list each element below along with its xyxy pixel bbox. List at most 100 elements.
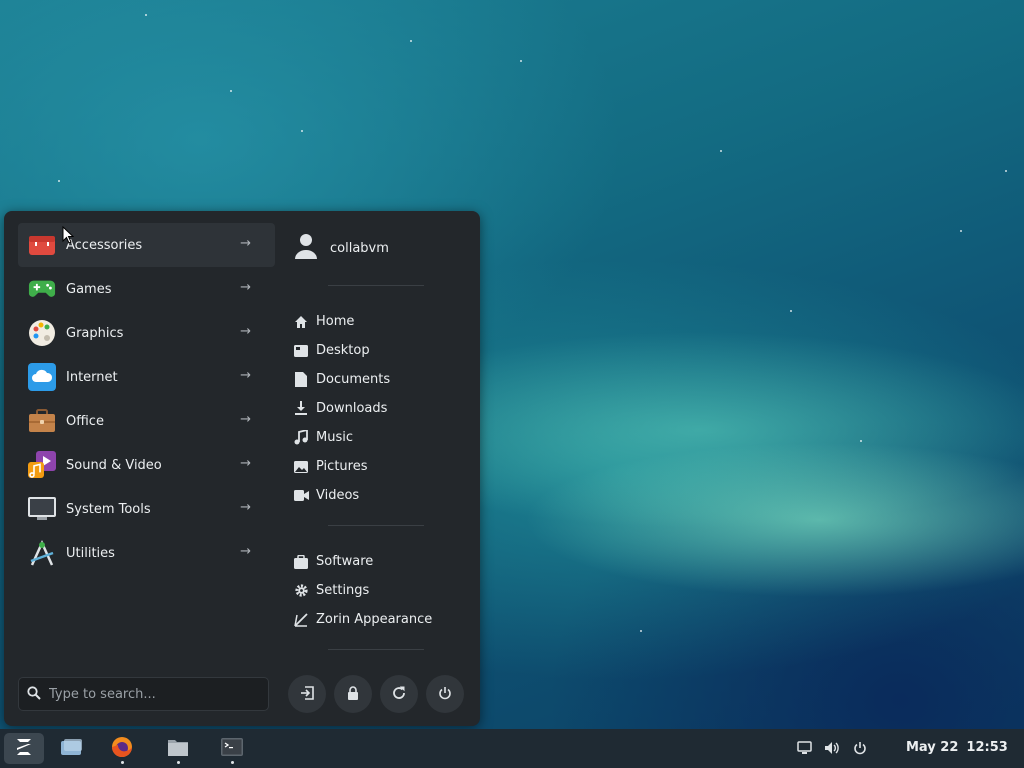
running-indicator [121,761,124,764]
category-label: Internet [66,369,118,385]
music-icon [292,429,310,447]
place-label: Music [316,430,353,445]
workspaces-button[interactable] [52,733,92,764]
power-off-button[interactable] [426,675,464,713]
place-desktop[interactable]: Desktop [292,336,390,365]
system-tools-icon [28,495,56,523]
category-label: Sound & Video [66,457,162,473]
place-videos[interactable]: Videos [292,481,390,510]
app-label: Software [316,554,374,569]
files-icon [168,738,188,760]
running-indicator [231,761,234,764]
place-label: Pictures [316,459,368,474]
terminal-button[interactable] [212,733,252,764]
category-list: Accessories → Games → Graphics → Interne… [18,223,275,575]
arrow-right-icon: → [240,368,251,383]
place-pictures[interactable]: Pictures [292,452,390,481]
place-label: Downloads [316,401,388,416]
arrow-right-icon: → [240,456,251,471]
taskbar: May 22 12:53 [0,729,1024,768]
arrow-right-icon: → [240,412,251,427]
office-icon [28,407,56,435]
arrow-right-icon: → [240,280,251,295]
power-icon [853,740,867,759]
category-internet[interactable]: Internet → [18,355,275,399]
place-music[interactable]: Music [292,423,390,452]
category-label: Accessories [66,237,143,253]
graphics-icon [28,319,56,347]
search-box[interactable] [18,677,269,711]
volume-icon [824,740,840,759]
accessories-icon [28,231,56,259]
category-games[interactable]: Games → [18,267,275,311]
category-office[interactable]: Office → [18,399,275,443]
separator [328,525,424,526]
app-settings[interactable]: Settings [292,576,432,605]
restart-button[interactable] [380,675,418,713]
category-system-tools[interactable]: System Tools → [18,487,275,531]
place-label: Videos [316,488,360,503]
power-menu-button[interactable] [850,739,870,759]
documents-icon [292,371,310,389]
app-zorin-appearance[interactable]: Zorin Appearance [292,605,432,634]
place-label: Home [316,314,355,329]
place-home[interactable]: Home [292,307,390,336]
lock-icon [347,685,359,704]
separator [328,649,424,650]
display-icon [796,740,812,759]
user-name: collabvm [330,240,389,256]
category-label: System Tools [66,501,151,517]
display-button[interactable] [794,739,814,759]
category-accessories[interactable]: Accessories → [18,223,275,267]
internet-icon [28,363,56,391]
arrow-right-icon: → [240,544,251,559]
app-label: Zorin Appearance [316,612,433,627]
system-apps-list: Software Settings Zorin Appearance [292,547,432,634]
zorin-menu-icon [13,738,35,760]
place-label: Documents [316,372,391,387]
clock-time: 12:53 [966,740,1008,755]
category-utilities[interactable]: Utilities → [18,531,275,575]
app-label: Settings [316,583,370,598]
category-label: Utilities [66,545,115,561]
places-list: Home Desktop Documents Downloads Music P… [292,307,390,510]
videos-icon [292,487,310,505]
lock-button[interactable] [334,675,372,713]
user-avatar-icon [292,232,320,264]
firefox-button[interactable] [102,733,142,764]
firefox-icon [111,736,133,762]
log-out-icon [300,685,314,704]
log-out-button[interactable] [288,675,326,713]
terminal-icon [221,737,243,760]
home-icon [292,313,310,331]
clock-date: May 22 [906,740,959,755]
volume-button[interactable] [822,739,842,759]
downloads-icon [292,400,310,418]
category-sound-video[interactable]: Sound & Video → [18,443,275,487]
power-icon [438,685,452,704]
utilities-icon [28,539,56,567]
games-icon [28,275,56,303]
separator [328,285,424,286]
arrow-right-icon: → [240,236,251,251]
restart-icon [392,685,406,704]
workspaces-icon [61,738,83,759]
app-software[interactable]: Software [292,547,432,576]
zorin-appearance-icon [292,611,310,629]
mouse-cursor-icon [62,226,74,244]
place-downloads[interactable]: Downloads [292,394,390,423]
files-button[interactable] [158,733,198,764]
zorin-menu-button[interactable] [4,733,44,764]
clock[interactable]: May 22 12:53 [906,740,1008,755]
software-icon [292,553,310,571]
sound-video-icon [28,451,56,479]
category-label: Office [66,413,104,429]
user-account[interactable]: collabvm [292,232,389,264]
category-graphics[interactable]: Graphics → [18,311,275,355]
settings-icon [292,582,310,600]
place-documents[interactable]: Documents [292,365,390,394]
arrow-right-icon: → [240,500,251,515]
category-label: Games [66,281,112,297]
desktop-icon [292,342,310,360]
search-input[interactable] [49,686,249,702]
